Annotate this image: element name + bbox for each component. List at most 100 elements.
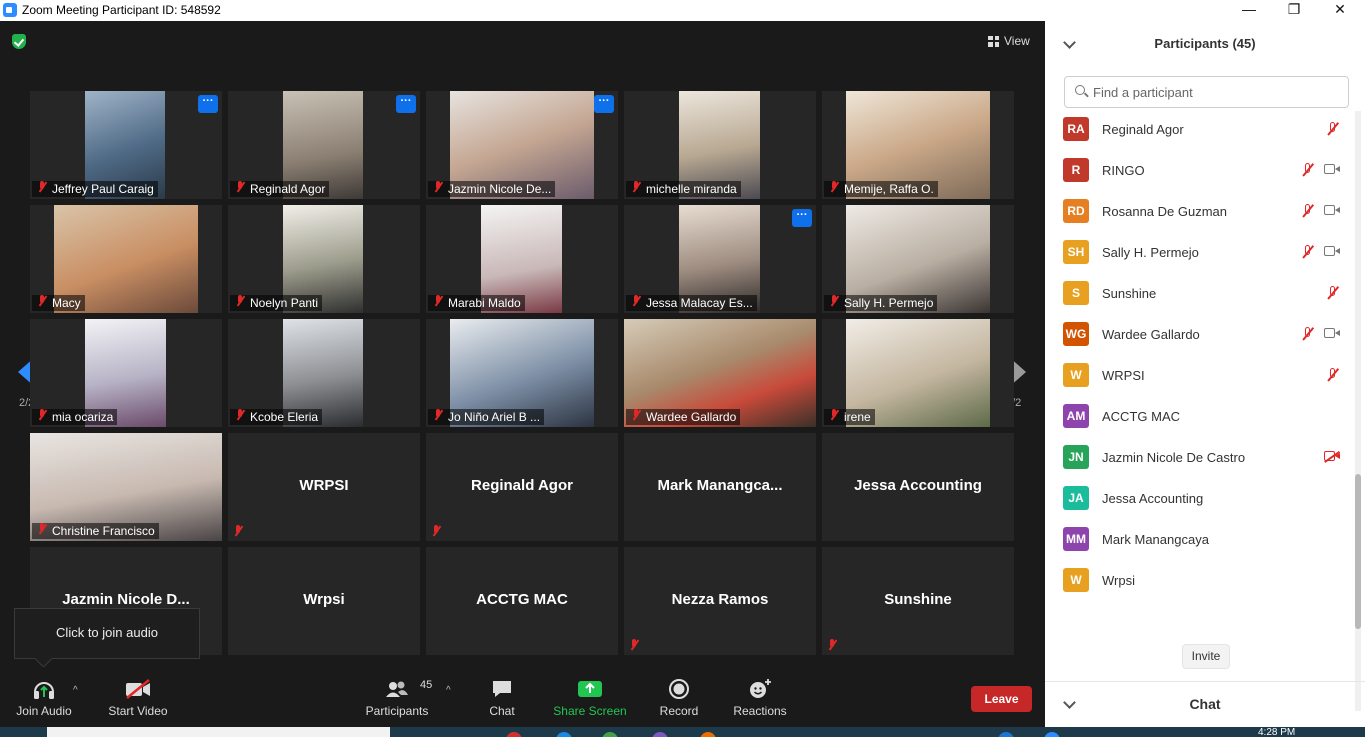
more-options-button[interactable]: ··· [198,95,218,113]
taskbar-app-icon[interactable] [602,732,618,737]
audio-only-tile[interactable]: Sunshine [822,547,1014,655]
minimize-button[interactable]: — [1226,0,1272,21]
window-title: Zoom Meeting Participant ID: 548592 [22,3,221,17]
os-taskbar: 4:28 PM [0,727,1365,737]
reactions-smiley-icon [748,678,772,700]
participant-row[interactable]: SH Sally H. Permejo [1045,232,1355,273]
participant-row[interactable]: JN Jazmin Nicole De Castro [1045,437,1355,478]
video-tile[interactable]: Wardee Gallardo [624,319,816,427]
participants-button[interactable]: 45 Participants [365,678,433,718]
participant-name: Jazmin Nicole De Castro [1102,450,1246,465]
muted-mic-icon [829,409,840,421]
muted-mic-icon [433,409,444,421]
avatar: W [1063,568,1089,592]
view-button[interactable]: View [988,34,1030,48]
video-tile[interactable]: irene [822,319,1014,427]
video-tile[interactable]: ··· Reginald Agor [228,91,420,199]
video-tile[interactable]: michelle miranda [624,91,816,199]
join-audio-button[interactable]: Join Audio [12,678,76,718]
audio-only-tile[interactable]: Jessa Accounting [822,433,1014,541]
taskbar-app-icon[interactable] [700,732,716,737]
invite-button[interactable]: Invite [1182,644,1230,669]
taskbar-search-box[interactable] [47,727,390,737]
video-tile[interactable]: Marabi Maldo [426,205,618,313]
window-titlebar: Zoom Meeting Participant ID: 548592 — ❐ … [0,0,1365,21]
video-off-icon [124,678,152,700]
video-tile[interactable]: Jo Niño Ariel B ... [426,319,618,427]
participants-icon [386,681,408,697]
participant-name-tag: Macy [32,295,85,311]
muted-mic-icon [1301,163,1315,177]
avatar: WG [1063,322,1089,346]
taskbar-app-icon[interactable] [652,732,668,737]
video-tile[interactable]: Memije, Raffa O. [822,91,1014,199]
maximize-button[interactable]: ❐ [1271,0,1317,21]
chat-button[interactable]: Chat [480,678,524,718]
video-tile[interactable]: mia ocariza [30,319,222,427]
participant-search-input[interactable] [1091,82,1345,102]
participant-row[interactable]: W Wrpsi [1045,560,1355,601]
record-button[interactable]: Record [656,678,702,718]
security-shield-icon[interactable] [12,34,26,49]
audio-only-tile[interactable]: Mark Manangca... [624,433,816,541]
participant-row[interactable]: S Sunshine [1045,273,1355,314]
video-tile[interactable]: ··· Jazmin Nicole De... [426,91,618,199]
video-tile[interactable]: ··· Jessa Malacay Es... [624,205,816,313]
participant-list-scrollbar[interactable] [1355,111,1361,711]
avatar: W [1063,363,1089,387]
participant-row[interactable]: JA Jessa Accounting [1045,478,1355,519]
audio-only-tile[interactable]: ACCTG MAC [426,547,618,655]
muted-mic-icon [827,639,838,651]
participant-name-tag: Christine Francisco [32,523,159,539]
scrollbar-thumb[interactable] [1355,474,1361,629]
avatar: JA [1063,486,1089,510]
leave-meeting-button[interactable]: Leave [971,686,1032,712]
taskbar-zoom-icon[interactable] [1044,732,1060,737]
taskbar-app-icon[interactable] [506,732,522,737]
participant-row[interactable]: R RINGO [1045,150,1355,191]
taskbar-app-icon[interactable] [998,732,1014,737]
participant-row[interactable]: MM Mark Manangcaya [1045,519,1355,560]
participant-row[interactable]: AM ACCTG MAC [1045,396,1355,437]
participants-options-caret-icon[interactable]: ^ [446,685,451,696]
participant-row[interactable]: W WRPSI [1045,355,1355,396]
avatar: RA [1063,117,1089,141]
video-tile[interactable]: Noelyn Panti [228,205,420,313]
participant-name-tag: Reginald Agor [230,181,330,197]
participant-row[interactable]: WG Wardee Gallardo [1045,314,1355,355]
taskbar-app-icon[interactable] [556,732,572,737]
start-video-button[interactable]: Start Video [104,678,172,718]
participant-search-box[interactable] [1064,76,1349,108]
join-audio-tooltip: Click to join audio [14,608,200,659]
more-options-button[interactable]: ··· [594,95,614,113]
participant-name: Jessa Accounting [854,477,982,494]
video-tile[interactable]: Kcobe Eleria [228,319,420,427]
video-tile[interactable]: Sally H. Permejo [822,205,1014,313]
muted-mic-icon [433,295,444,307]
muted-mic-icon [37,295,48,307]
more-options-button[interactable]: ··· [792,209,812,227]
video-tile[interactable]: ··· Jeffrey Paul Caraig [30,91,222,199]
share-screen-button[interactable]: Share Screen [552,678,628,718]
participant-name: Jazmin Nicole D... [62,591,190,608]
participant-row[interactable]: RA Reginald Agor [1045,109,1355,150]
audio-options-caret-icon[interactable]: ^ [73,685,78,696]
video-tile[interactable]: Christine Francisco [30,433,222,541]
close-window-button[interactable]: ✕ [1317,0,1363,21]
avatar: SH [1063,240,1089,264]
participant-row[interactable]: RD Rosanna De Guzman [1045,191,1355,232]
audio-only-tile[interactable]: Wrpsi [228,547,420,655]
more-options-button[interactable]: ··· [396,95,416,113]
participant-name-tag: Jeffrey Paul Caraig [32,181,158,197]
participant-name-tag: Jessa Malacay Es... [626,295,757,311]
participant-name: Sunshine [1102,286,1157,301]
video-tile[interactable]: Macy [30,205,222,313]
audio-only-tile[interactable]: WRPSI [228,433,420,541]
audio-only-tile[interactable]: Reginald Agor [426,433,618,541]
participant-name: Mark Manangcaya [1102,532,1209,547]
muted-mic-icon [1326,368,1340,382]
avatar: RD [1063,199,1089,223]
participants-panel-header: Participants (45) [1045,21,1365,65]
reactions-button[interactable]: Reactions [732,678,788,718]
audio-only-tile[interactable]: Nezza Ramos [624,547,816,655]
